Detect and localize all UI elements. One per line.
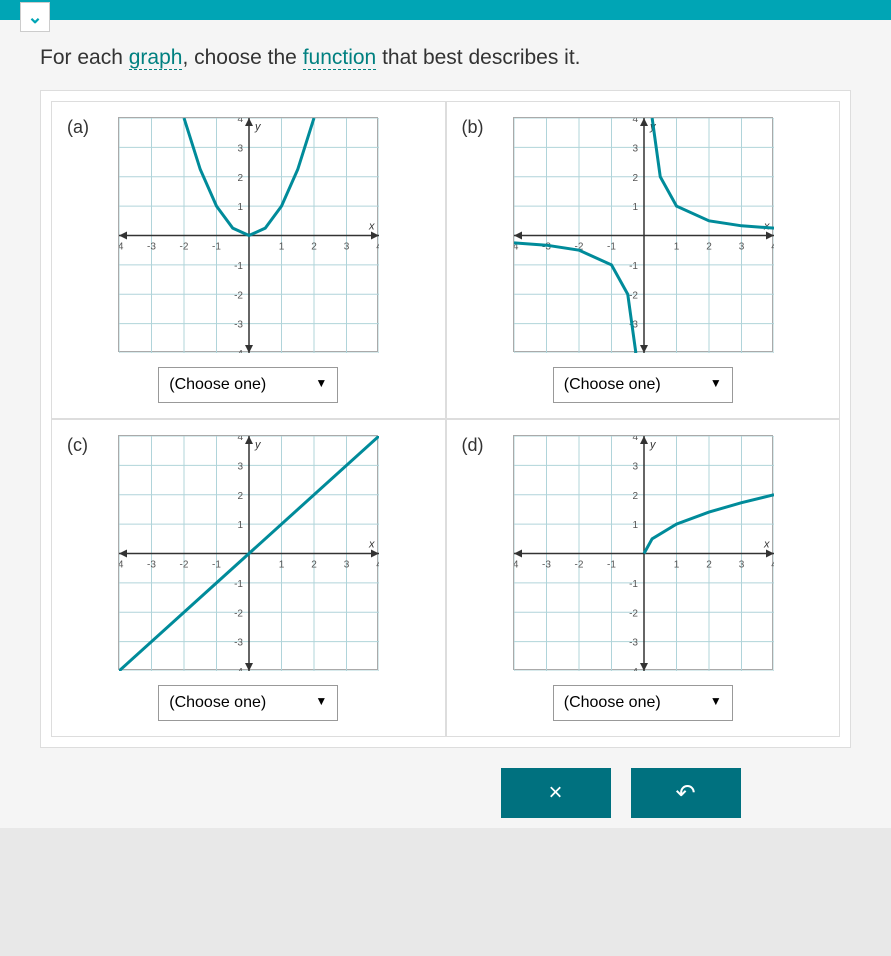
undo-icon: ↶ — [675, 779, 695, 808]
svg-text:y: y — [649, 439, 657, 451]
svg-text:3: 3 — [238, 461, 244, 472]
svg-text:x: x — [368, 221, 375, 233]
svg-text:1: 1 — [632, 520, 638, 531]
plot-a: -4-3-2-11234-4-3-2-11234xy — [118, 117, 378, 352]
link-graph[interactable]: graph — [129, 46, 183, 70]
close-button[interactable]: × — [501, 768, 611, 818]
svg-text:3: 3 — [632, 143, 638, 154]
svg-text:-2: -2 — [234, 290, 243, 301]
svg-text:-3: -3 — [542, 560, 551, 571]
svg-text:1: 1 — [673, 560, 679, 571]
svg-text:1: 1 — [279, 242, 285, 253]
svg-text:1: 1 — [673, 242, 679, 253]
svg-text:2: 2 — [311, 560, 317, 571]
svg-text:4: 4 — [771, 560, 774, 571]
svg-text:-2: -2 — [234, 608, 243, 619]
plot-b: -4-3-2-11234-4-3-2-11234xy — [513, 117, 773, 352]
svg-text:1: 1 — [238, 202, 244, 213]
panel-d-label: (d) — [462, 435, 484, 456]
dropdown-d[interactable]: (Choose one) — [553, 685, 733, 721]
q-suffix: that best describes it. — [376, 46, 580, 69]
svg-text:-1: -1 — [629, 261, 638, 272]
svg-text:4: 4 — [238, 118, 244, 125]
svg-text:4: 4 — [376, 560, 379, 571]
dropdown-c[interactable]: (Choose one) — [158, 685, 338, 721]
svg-text:2: 2 — [706, 560, 712, 571]
chevron-down-icon: ⌄ — [27, 7, 42, 28]
q-middle: , choose the — [182, 46, 302, 69]
svg-text:-1: -1 — [212, 242, 221, 253]
dropdown-a[interactable]: (Choose one) — [158, 367, 338, 403]
panel-c: (c) -4-3-2-11234-4-3-2-11234xy (Choose o… — [51, 419, 446, 737]
panel-b: (b) -4-3-2-11234-4-3-2-11234xy (Choose o… — [446, 101, 841, 419]
svg-text:y: y — [254, 121, 262, 133]
svg-text:4: 4 — [771, 242, 774, 253]
svg-text:-1: -1 — [212, 560, 221, 571]
svg-text:2: 2 — [238, 491, 244, 502]
svg-text:x: x — [763, 539, 770, 551]
svg-text:3: 3 — [238, 143, 244, 154]
plot-d: -4-3-2-11234-4-3-2-11234xy — [513, 435, 773, 670]
svg-text:-3: -3 — [147, 242, 156, 253]
svg-text:4: 4 — [632, 436, 638, 443]
dropdown-b[interactable]: (Choose one) — [553, 367, 733, 403]
svg-text:-4: -4 — [514, 560, 519, 571]
svg-text:3: 3 — [344, 560, 350, 571]
svg-text:2: 2 — [706, 242, 712, 253]
svg-text:-3: -3 — [234, 320, 243, 331]
svg-text:-4: -4 — [119, 242, 124, 253]
panel-a-label: (a) — [67, 117, 89, 138]
svg-text:-4: -4 — [119, 560, 124, 571]
svg-text:3: 3 — [632, 461, 638, 472]
panel-grid: (a) -4-3-2-11234-4-3-2-11234xy (Choose o… — [51, 101, 840, 737]
svg-text:3: 3 — [738, 242, 744, 253]
svg-text:2: 2 — [632, 173, 638, 184]
question-text: For each graph, choose the function that… — [40, 46, 851, 70]
svg-text:-3: -3 — [629, 638, 638, 649]
svg-text:-4: -4 — [234, 667, 243, 671]
svg-text:-1: -1 — [629, 579, 638, 590]
svg-text:1: 1 — [632, 202, 638, 213]
content-area: For each graph, choose the function that… — [0, 20, 891, 828]
svg-text:4: 4 — [376, 242, 379, 253]
svg-text:-2: -2 — [629, 290, 638, 301]
svg-text:1: 1 — [238, 520, 244, 531]
collapse-toggle[interactable]: ⌄ — [20, 2, 50, 32]
panel-c-label: (c) — [67, 435, 88, 456]
svg-text:-2: -2 — [629, 608, 638, 619]
svg-text:-1: -1 — [607, 242, 616, 253]
svg-text:y: y — [254, 439, 262, 451]
svg-text:2: 2 — [632, 491, 638, 502]
svg-text:3: 3 — [738, 560, 744, 571]
top-bar — [0, 0, 891, 20]
svg-text:-4: -4 — [234, 349, 243, 353]
svg-text:-3: -3 — [234, 638, 243, 649]
svg-text:-1: -1 — [234, 579, 243, 590]
plot-c: -4-3-2-11234-4-3-2-11234xy — [118, 435, 378, 670]
svg-text:2: 2 — [311, 242, 317, 253]
svg-text:-2: -2 — [574, 560, 583, 571]
grid-container: (a) -4-3-2-11234-4-3-2-11234xy (Choose o… — [40, 90, 851, 748]
panel-b-label: (b) — [462, 117, 484, 138]
svg-text:x: x — [368, 539, 375, 551]
panel-a: (a) -4-3-2-11234-4-3-2-11234xy (Choose o… — [51, 101, 446, 419]
q-prefix: For each — [40, 46, 129, 69]
svg-text:-2: -2 — [180, 242, 189, 253]
svg-text:-4: -4 — [629, 667, 638, 671]
link-function[interactable]: function — [303, 46, 377, 70]
undo-button[interactable]: ↶ — [631, 768, 741, 818]
svg-text:3: 3 — [344, 242, 350, 253]
svg-text:-3: -3 — [147, 560, 156, 571]
svg-text:2: 2 — [238, 173, 244, 184]
svg-text:4: 4 — [238, 436, 244, 443]
svg-text:1: 1 — [279, 560, 285, 571]
close-icon: × — [548, 779, 562, 807]
svg-text:4: 4 — [632, 118, 638, 125]
svg-text:-2: -2 — [180, 560, 189, 571]
panel-d: (d) -4-3-2-11234-4-3-2-11234xy (Choose o… — [446, 419, 841, 737]
svg-text:-1: -1 — [607, 560, 616, 571]
svg-text:-1: -1 — [234, 261, 243, 272]
bottom-controls: × ↶ — [40, 768, 851, 818]
